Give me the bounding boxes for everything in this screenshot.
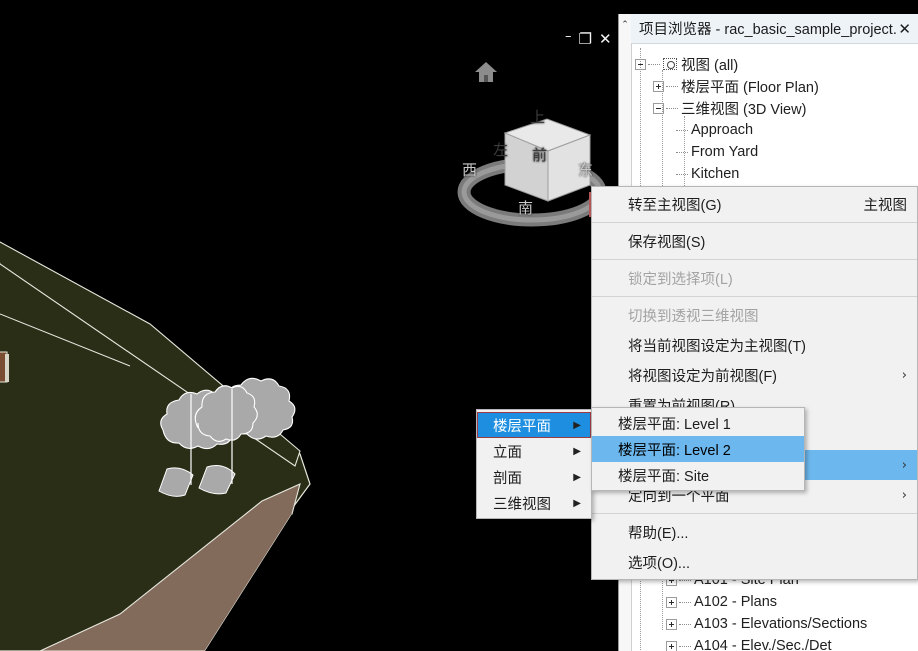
submenu-item-label: 楼层平面 (493, 415, 551, 436)
tree-connector (676, 174, 688, 175)
menu-item-options[interactable]: 选项(O)... (592, 547, 917, 577)
tree-connector (666, 108, 678, 109)
tree-item-label: A103 - Elevations/Sections (694, 616, 867, 632)
plan-item-site[interactable]: 楼层平面: Site (592, 462, 804, 488)
view-icon (663, 58, 677, 70)
triangle-right-icon: ▶ (563, 446, 581, 457)
viewcube-compass-west[interactable]: 西 (462, 159, 477, 180)
submenu-item-label: 立面 (493, 441, 522, 462)
plan-item-label: 楼层平面: Level 1 (618, 413, 731, 434)
expander-plus-icon[interactable] (666, 619, 677, 630)
triangle-right-icon: ▶ (563, 420, 581, 431)
tree-item-label: From Yard (691, 144, 758, 160)
tree-item-kitchen[interactable]: Kitchen (632, 163, 918, 185)
viewcube-face-top[interactable]: 上 (530, 106, 545, 127)
tree-item-3d-view[interactable]: 三维视图 (3D View) (632, 97, 918, 119)
menu-item-set-current-as-home[interactable]: 将当前视图设定为主视图(T) (592, 330, 917, 360)
menu-item-label: 选项(O)... (618, 552, 907, 573)
submenu-item-label: 剖面 (493, 467, 522, 488)
home-icon[interactable] (473, 59, 499, 85)
window-controls: – ❐ ✕ (565, 32, 612, 47)
orient-to-view-submenu[interactable]: 楼层平面 ▶ 立面 ▶ 剖面 ▶ 三维视图 ▶ (476, 409, 592, 519)
viewcube-face-left[interactable]: 左 (493, 139, 508, 160)
menu-item-save-view[interactable]: 保存视图(S) (592, 226, 917, 256)
plan-item-label: 楼层平面: Site (618, 465, 709, 486)
triangle-right-icon: ▶ (563, 498, 581, 509)
tree-connector (676, 152, 688, 153)
tree-connector (679, 646, 691, 647)
menu-item-accelerator: 主视图 (864, 194, 908, 215)
menu-item-label: 帮助(E)... (618, 522, 907, 543)
menu-separator (592, 259, 917, 260)
submenu-item-section[interactable]: 剖面 ▶ (477, 464, 591, 490)
chevron-right-icon: › (886, 458, 907, 473)
tree-item-label: A102 - Plans (694, 594, 777, 610)
tree-connector (679, 602, 691, 603)
plan-item-label: 楼层平面: Level 2 (618, 439, 731, 460)
tree-item-label: Kitchen (691, 166, 739, 182)
tree-item-floor-plan[interactable]: 楼层平面 (Floor Plan) (632, 75, 918, 97)
viewcube-compass-east[interactable]: 东 (578, 159, 593, 180)
tree-connector (666, 86, 678, 87)
plan-item-level-2[interactable]: 楼层平面: Level 2 (592, 436, 804, 462)
chevron-right-icon: › (886, 368, 907, 383)
restore-button[interactable]: ❐ (579, 32, 592, 47)
menu-item-label: 切换到透视三维视图 (618, 305, 907, 326)
tree-item-label: 视图 (all) (681, 54, 738, 75)
triangle-right-icon: ▶ (563, 472, 581, 483)
tree-connector (648, 64, 660, 65)
tree-item-label: A104 - Elev./Sec./Det (694, 638, 832, 651)
submenu-item-elevation[interactable]: 立面 ▶ (477, 438, 591, 464)
minimize-button[interactable]: – (565, 29, 572, 44)
tree-item-a102[interactable]: A102 - Plans (632, 591, 918, 613)
viewcube-context-menu[interactable]: 转至主视图(G) 主视图 保存视图(S) 锁定到选择项(L) 切换到透视三维视图… (591, 186, 918, 580)
menu-item-set-front-view[interactable]: 将视图设定为前视图(F) › (592, 360, 917, 390)
menu-separator (592, 222, 917, 223)
tree-item-a103[interactable]: A103 - Elevations/Sections (632, 613, 918, 635)
viewcube-face-front[interactable]: 前 (532, 144, 547, 165)
menu-item-label: 锁定到选择项(L) (618, 268, 907, 289)
menu-item-go-home[interactable]: 转至主视图(G) 主视图 (592, 189, 917, 219)
menu-item-label: 保存视图(S) (618, 231, 907, 252)
tree-item-a104[interactable]: A104 - Elev./Sec./Det (632, 635, 918, 651)
submenu-item-floor-plan[interactable]: 楼层平面 ▶ (477, 412, 591, 438)
floor-plan-submenu[interactable]: 楼层平面: Level 1 楼层平面: Level 2 楼层平面: Site (591, 407, 805, 491)
menu-item-lock-to-selection: 锁定到选择项(L) (592, 263, 917, 293)
tree-item-approach[interactable]: Approach (632, 119, 918, 141)
chevron-right-icon: › (886, 488, 907, 503)
project-browser-close-icon[interactable]: ✕ (898, 20, 911, 38)
menu-item-toggle-perspective: 切换到透视三维视图 (592, 300, 917, 330)
project-browser-header: 项目浏览器 - rac_basic_sample_project.... ✕ (631, 14, 918, 44)
menu-separator (592, 513, 917, 514)
close-button[interactable]: ✕ (599, 32, 612, 47)
menu-separator (592, 296, 917, 297)
viewcube-compass-south[interactable]: 南 (518, 197, 533, 218)
menu-item-label: 转至主视图(G) (618, 194, 834, 215)
submenu-item-3d-view[interactable]: 三维视图 ▶ (477, 490, 591, 516)
tree-item-label: 三维视图 (3D View) (681, 98, 806, 119)
menu-item-label: 将视图设定为前视图(F) (618, 365, 886, 386)
3d-viewport[interactable]: 左 前 上 西 东 南 – ❐ ✕ (0, 14, 618, 651)
tree-item-label: Approach (691, 122, 753, 138)
menu-item-label: 将当前视图设定为主视图(T) (618, 335, 907, 356)
app-root: 左 前 上 西 东 南 – ❐ ✕ ⌃ 项目浏览器 - rac_basic_sa… (0, 0, 918, 651)
expander-plus-icon[interactable] (666, 597, 677, 608)
plan-item-level-1[interactable]: 楼层平面: Level 1 (592, 410, 804, 436)
submenu-item-label: 三维视图 (493, 493, 551, 514)
project-browser-title: 项目浏览器 - rac_basic_sample_project.... (631, 18, 898, 39)
tree-item-views-all[interactable]: 视图 (all) (632, 53, 918, 75)
tree-item-label: 楼层平面 (Floor Plan) (681, 76, 819, 97)
tree-connector (679, 624, 691, 625)
tree-connector (676, 130, 688, 131)
expander-plus-icon[interactable] (666, 641, 677, 651)
menu-item-help[interactable]: 帮助(E)... (592, 517, 917, 547)
tree-item-from-yard[interactable]: From Yard (632, 141, 918, 163)
